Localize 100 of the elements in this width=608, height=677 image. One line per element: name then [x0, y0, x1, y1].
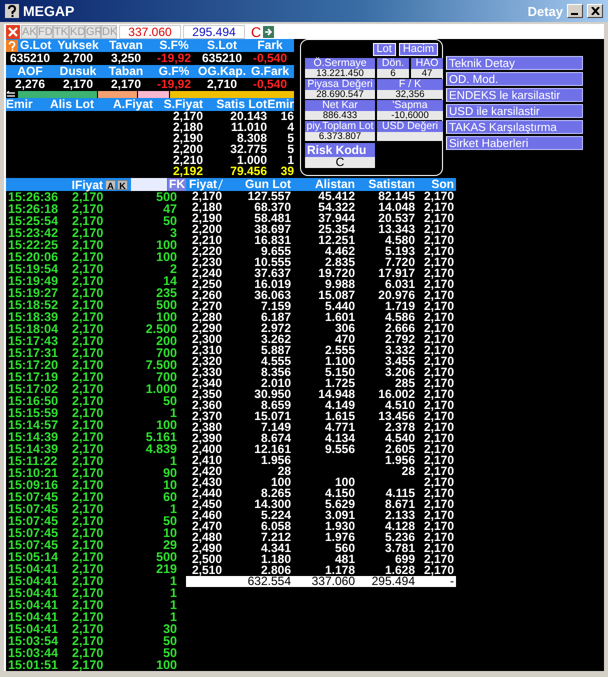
lot-cell-text: 2.792	[384, 334, 415, 345]
price-cell-text: 2,340	[190, 378, 222, 389]
stat-value: -0,540	[252, 78, 288, 91]
lot-cell-text: 9.556	[324, 444, 355, 455]
price-cell-text: 2,170	[72, 563, 104, 575]
menu-button[interactable]: USD ile karsilastir	[446, 104, 583, 118]
lot-cell-text: 16.019	[253, 279, 291, 290]
lot-cell-text: 14.048	[377, 202, 415, 213]
menu-button[interactable]: OD. Mod.	[446, 72, 583, 86]
window-subtitle: Detay	[528, 4, 563, 18]
order-count-cell-text: 1	[287, 155, 294, 166]
arrow-button[interactable]	[263, 26, 274, 38]
lot-cell-text: 2.133	[384, 510, 415, 521]
lot-cell-text: 5.629	[324, 499, 355, 510]
lot-cell-text: 4.462	[324, 246, 355, 257]
lot-cell-text: 28	[278, 466, 291, 477]
time-cell-text: 15:18:52	[7, 299, 60, 311]
minimize-button[interactable]	[567, 4, 583, 18]
lot-cell-text: 30	[162, 623, 177, 635]
column-header: Satis Lot	[215, 98, 267, 111]
lot-cell-text: 19.720	[317, 268, 355, 279]
lot-cell-text: 17.917	[377, 268, 415, 279]
lot-cell-text: 4.839	[144, 443, 177, 455]
lot-cell-text: 295.494	[370, 576, 415, 587]
column-header: Emir	[6, 98, 34, 111]
time-cell-text: 15:19:27	[7, 287, 60, 299]
order-count-cell-text: 5	[286, 133, 294, 144]
lot-cell-text: 7.159	[260, 301, 291, 312]
lot-cell-text: 100	[155, 251, 177, 263]
time-cell-text: 15:05:14	[7, 551, 60, 563]
time-cell-text: 15:23:42	[7, 227, 60, 239]
lot-cell-text: 68.370	[254, 202, 291, 213]
menu-button[interactable]: ENDEKS le karsilastir	[446, 88, 583, 102]
price-cell-text: 2,170	[422, 356, 454, 367]
filter-button[interactable]: K	[117, 180, 128, 190]
lot-cell-text: 36.063	[253, 290, 291, 301]
time-cell-text: 15:04:41	[7, 611, 60, 623]
buy-total: 337.060	[119, 24, 181, 38]
lot-cell-text: 100	[155, 419, 177, 431]
lot-cell-text: 54.322	[317, 202, 355, 213]
price-cell-text: 2,510	[190, 565, 222, 576]
lot-cell-text: 15.071	[253, 411, 291, 422]
lot-cell-text: 5.440	[324, 301, 355, 312]
time-cell-text: 15:03:44	[7, 647, 60, 659]
mode-button[interactable]: Hacim	[398, 43, 438, 56]
price-cell-text: 2,170	[72, 659, 104, 671]
price-cell-text: 2,170	[72, 515, 104, 527]
mode-button[interactable]: Lot	[372, 43, 396, 56]
lot-cell-text: 82.145	[377, 191, 415, 202]
price-cell-text: 2,170	[72, 203, 104, 215]
lot-cell-text: 1.180	[260, 554, 291, 565]
lot-cell-text: 4.134	[324, 433, 355, 444]
price-cell-text: 2,350	[190, 389, 222, 400]
price-cell-text: 2,170	[422, 521, 454, 532]
price-cell-text: 2,170	[72, 623, 104, 635]
price-cell-text: 2,170	[72, 443, 104, 455]
time-cell-text: 15:04:41	[7, 623, 60, 635]
lot-cell-text: 4.771	[324, 422, 355, 433]
field-value	[377, 132, 443, 141]
menu-button[interactable]: Teknik Detay	[446, 56, 583, 70]
help-icon[interactable]	[5, 4, 19, 18]
price-cell-text: -	[450, 576, 454, 587]
lot-cell-text: 3.455	[384, 356, 415, 367]
price-cell-text: 2,170	[422, 367, 454, 378]
stat-value: -19,92	[156, 52, 192, 65]
column-header: A.Fiyat	[112, 98, 153, 111]
price-cell-text: 2,170	[422, 532, 454, 543]
menu-button[interactable]: TAKAS Karşılaştırma	[446, 120, 583, 134]
price-cell-text: 2,170	[422, 378, 454, 389]
column-header: G.F%	[158, 65, 190, 78]
price-cell-text: 2,170	[422, 466, 454, 477]
menu-button[interactable]: Sirket Haberleri	[446, 136, 583, 150]
filter-button[interactable]: FK	[168, 178, 186, 191]
price-cell-text: 2,170	[72, 431, 104, 443]
column-header: Fiyat	[189, 178, 218, 191]
column-header: Alis Lot	[49, 98, 94, 111]
price-cell-text: 2,170	[422, 268, 454, 279]
time-cell-text: 15:07:45	[7, 527, 60, 539]
filter-button[interactable]: A	[105, 180, 116, 190]
lot-cell-text: 1.601	[324, 312, 355, 323]
price-cell-text: 2,500	[190, 554, 222, 565]
lot-cell-text: 219	[155, 563, 177, 575]
price-cell-text: 2,170	[72, 311, 104, 323]
price-cell-text: 2,170	[422, 455, 454, 466]
sort-icon[interactable]	[218, 179, 224, 190]
lot-cell-text: 100	[155, 239, 177, 251]
lot-cell-text: 1.930	[324, 521, 355, 532]
input-field[interactable]	[131, 178, 167, 191]
price-cell-text: 2,170	[72, 347, 104, 359]
close-button[interactable]	[587, 4, 603, 18]
price-cell-text: 2,170	[422, 422, 454, 433]
column-header: IFiyat	[72, 178, 103, 192]
field-label: Piyasa Değeri	[305, 79, 375, 90]
close-icon[interactable]	[590, 7, 600, 15]
price-cell-text: 2,170	[422, 389, 454, 400]
lot-cell-text: 12.161	[253, 444, 291, 455]
price-cell-text: 2,170	[422, 246, 454, 257]
column-header: Satistan	[367, 178, 415, 191]
price-cell-text: 2,460	[190, 510, 222, 521]
column-header: Taban	[108, 65, 144, 78]
